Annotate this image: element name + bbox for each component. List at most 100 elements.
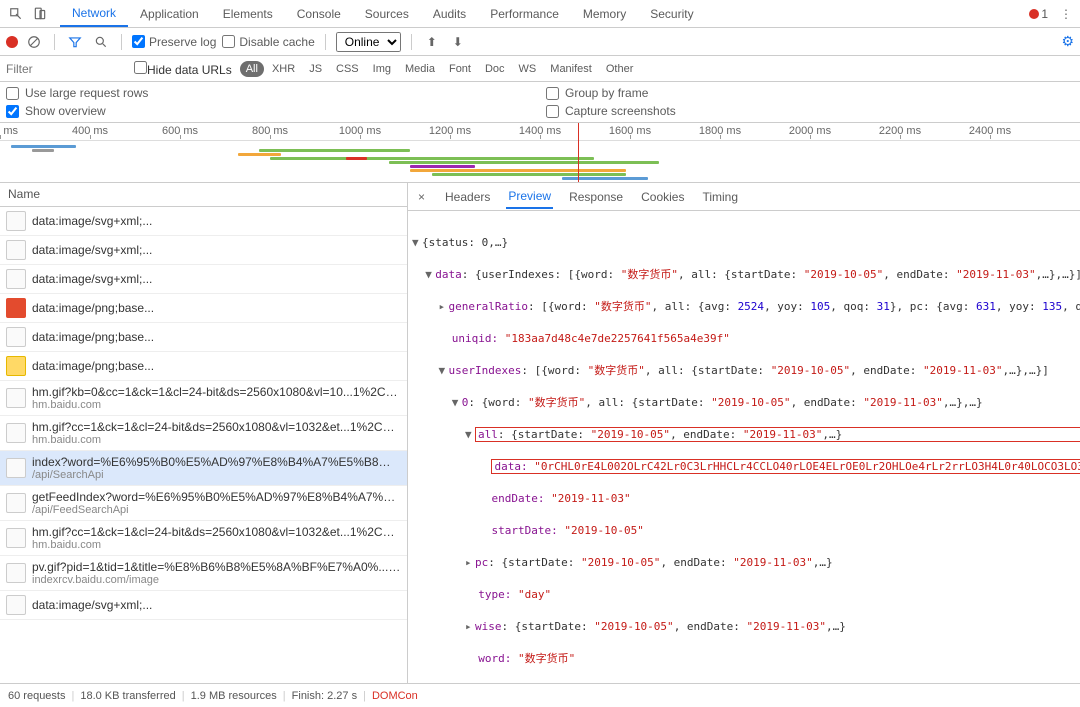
capture-screenshots-checkbox[interactable]: Capture screenshots <box>546 104 1074 118</box>
type-filter-group: All XHR JS CSS Img Media Font Doc WS Man… <box>240 61 640 77</box>
tab-audits[interactable]: Audits <box>421 0 478 27</box>
request-row[interactable]: data:image/svg+xml;... <box>0 236 407 265</box>
detail-tab-cookies[interactable]: Cookies <box>639 186 686 208</box>
hide-data-urls-checkbox[interactable]: Hide data URLs <box>134 61 232 77</box>
upload-har-icon[interactable]: ⬆ <box>422 32 442 52</box>
network-toolbar: Preserve log Disable cache Online ⬆ ⬇ ⚙ <box>0 28 1080 56</box>
request-name: hm.gif?kb=0&cc=1&ck=1&cl=24-bit&ds=2560x… <box>32 385 401 399</box>
request-row[interactable]: hm.gif?cc=1&ck=1&cl=24-bit&ds=2560x1080&… <box>0 521 407 556</box>
tab-elements[interactable]: Elements <box>211 0 285 27</box>
preview-tree[interactable]: ▼{status: 0,…} ▼data: data: {userIndexes… <box>408 211 1080 683</box>
request-domain: indexrcv.baidu.com/image <box>32 574 401 586</box>
search-icon[interactable] <box>91 32 111 52</box>
status-requests: 60 requests <box>8 690 65 702</box>
data-val: "0rCHL0rE4L002OLrC42Lr0C3LrHHCLr4CCLO40r… <box>534 460 1080 473</box>
tab-performance[interactable]: Performance <box>478 0 571 27</box>
type-filter-img[interactable]: Img <box>367 61 397 77</box>
preserve-log-checkbox[interactable]: Preserve log <box>132 35 216 49</box>
detail-tab-timing[interactable]: Timing <box>700 186 740 208</box>
request-thumb-icon <box>6 493 26 513</box>
request-row[interactable]: data:image/svg+xml;... <box>0 265 407 294</box>
tick-label: 1000 ms <box>339 125 381 137</box>
record-button[interactable] <box>6 36 18 48</box>
tab-security[interactable]: Security <box>638 0 705 27</box>
type-filter-ws[interactable]: WS <box>513 61 543 77</box>
status-domcontent: DOMCon <box>372 690 418 702</box>
request-name: data:image/png;base... <box>32 330 401 344</box>
detail-tab-headers[interactable]: Headers <box>443 186 492 208</box>
filter-input[interactable] <box>6 62 126 76</box>
request-row[interactable]: pv.gif?pid=1&tid=1&title=%E8%B6%B8%E5%8A… <box>0 556 407 591</box>
tick-label: 1600 ms <box>609 125 651 137</box>
request-list-header[interactable]: Name <box>0 183 407 207</box>
timeline-overview[interactable]: 200 ms 400 ms 600 ms 800 ms 1000 ms 1200… <box>0 123 1080 183</box>
request-row[interactable]: data:image/png;base... <box>0 323 407 352</box>
request-domain: hm.baidu.com <box>32 539 401 551</box>
tick-label: 2200 ms <box>879 125 921 137</box>
kebab-menu-icon[interactable]: ⋮ <box>1056 7 1076 21</box>
throttle-select[interactable]: Online <box>336 32 401 52</box>
detail-tabs: × Headers Preview Response Cookies Timin… <box>408 183 1080 211</box>
disable-cache-checkbox[interactable]: Disable cache <box>222 35 314 49</box>
status-finish: Finish: 2.27 s <box>292 690 357 702</box>
settings-gear-icon[interactable]: ⚙ <box>1061 33 1074 50</box>
detail-tab-response[interactable]: Response <box>567 186 625 208</box>
request-row[interactable]: data:image/png;base... <box>0 352 407 381</box>
detail-tab-preview[interactable]: Preview <box>506 185 553 209</box>
request-domain: hm.baidu.com <box>32 399 401 411</box>
show-overview-checkbox[interactable]: Show overview <box>6 104 534 118</box>
uniqid-val: "183aa7d48c4e7de2257641f565a4e39f" <box>505 332 730 345</box>
large-rows-checkbox[interactable]: Use large request rows <box>6 86 534 100</box>
clear-button[interactable] <box>24 32 44 52</box>
group-by-frame-label: Group by frame <box>565 86 648 100</box>
request-thumb-icon <box>6 269 26 289</box>
tab-memory[interactable]: Memory <box>571 0 638 27</box>
request-thumb-icon <box>6 211 26 231</box>
error-count[interactable]: 1 <box>1029 7 1048 21</box>
type-filter-manifest[interactable]: Manifest <box>544 61 598 77</box>
request-row[interactable]: hm.gif?cc=1&ck=1&cl=24-bit&ds=2560x1080&… <box>0 416 407 451</box>
type-filter-xhr[interactable]: XHR <box>266 61 301 77</box>
type-filter-css[interactable]: CSS <box>330 61 365 77</box>
type-filter-font[interactable]: Font <box>443 61 477 77</box>
preserve-log-label: Preserve log <box>149 35 216 49</box>
tick-label: 600 ms <box>162 125 198 137</box>
tick-label: 2000 ms <box>789 125 831 137</box>
tab-sources[interactable]: Sources <box>353 0 421 27</box>
type-filter-all[interactable]: All <box>240 61 264 77</box>
enddate-key: endDate: <box>491 492 544 505</box>
type-key: type: <box>478 588 511 601</box>
request-name: pv.gif?pid=1&tid=1&title=%E8%B6%B8%E5%8A… <box>32 560 401 574</box>
request-thumb-icon <box>6 298 26 318</box>
filter-toggle-icon[interactable] <box>65 32 85 52</box>
request-row[interactable]: data:image/png;base... <box>0 294 407 323</box>
request-name: hm.gif?cc=1&ck=1&cl=24-bit&ds=2560x1080&… <box>32 420 401 434</box>
inspect-icon[interactable] <box>4 2 28 26</box>
request-row[interactable]: data:image/svg+xml;... <box>0 591 407 620</box>
filter-row: Hide data URLs All XHR JS CSS Img Media … <box>0 56 1080 82</box>
tab-console[interactable]: Console <box>285 0 353 27</box>
tab-application[interactable]: Application <box>128 0 211 27</box>
tab-network[interactable]: Network <box>60 0 128 27</box>
request-row[interactable]: data:image/svg+xml;... <box>0 207 407 236</box>
request-row[interactable]: getFeedIndex?word=%E6%95%B0%E5%AD%97%E8%… <box>0 486 407 521</box>
data-key: data: <box>494 460 527 473</box>
request-thumb-icon <box>6 563 26 583</box>
tick-label: 1400 ms <box>519 125 561 137</box>
request-name: data:image/png;base... <box>32 301 401 315</box>
type-filter-js[interactable]: JS <box>303 61 328 77</box>
request-thumb-icon <box>6 388 26 408</box>
type-filter-doc[interactable]: Doc <box>479 61 511 77</box>
group-by-frame-checkbox[interactable]: Group by frame <box>546 86 1074 100</box>
preview-root: {status: 0,…} <box>422 236 508 249</box>
status-bar: 60 requests| 18.0 KB transferred| 1.9 MB… <box>0 683 1080 707</box>
device-toggle-icon[interactable] <box>28 2 52 26</box>
tick-label: 2400 ms <box>969 125 1011 137</box>
download-har-icon[interactable]: ⬇ <box>448 32 468 52</box>
request-row[interactable]: hm.gif?kb=0&cc=1&ck=1&cl=24-bit&ds=2560x… <box>0 381 407 416</box>
type-filter-other[interactable]: Other <box>600 61 640 77</box>
close-detail-icon[interactable]: × <box>414 190 429 204</box>
type-filter-media[interactable]: Media <box>399 61 441 77</box>
tick-label: 1200 ms <box>429 125 471 137</box>
request-row[interactable]: index?word=%E6%95%B0%E5%AD%97%E8%B4%A7%E… <box>0 451 407 486</box>
